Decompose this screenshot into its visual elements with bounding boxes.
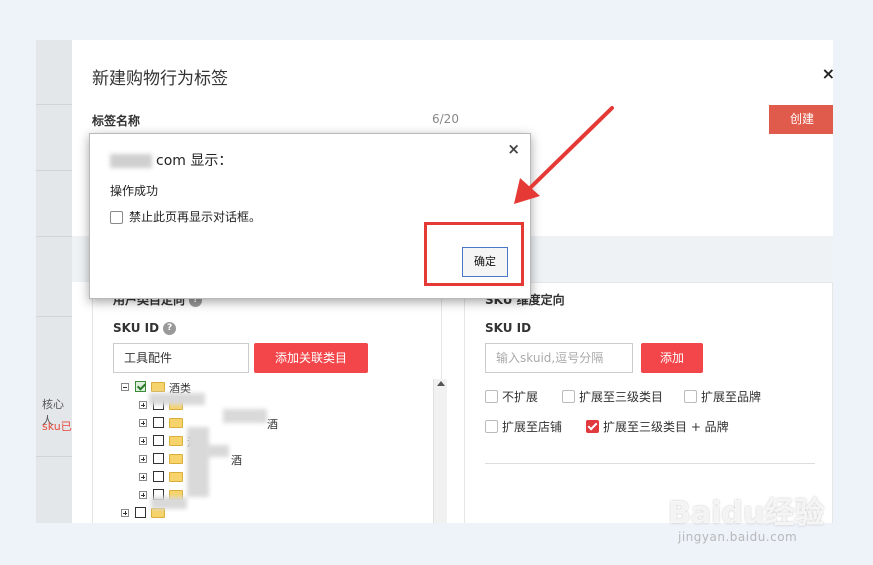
watermark-url: jingyan.baidu.com (678, 530, 798, 544)
watermark-logo: Baidu经验 (668, 496, 825, 531)
annotation-arrow (514, 106, 614, 204)
arrow-shaft (526, 106, 614, 192)
